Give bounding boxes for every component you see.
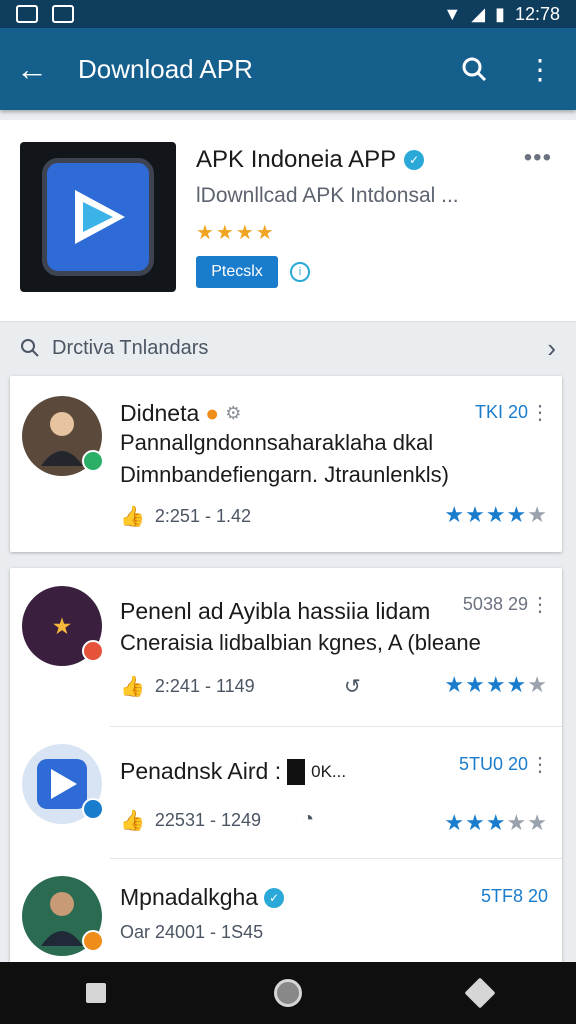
- thumbs-up-icon[interactable]: 👍: [120, 504, 145, 529]
- circle-icon: [274, 979, 302, 1007]
- settings-icon: ⚙: [225, 403, 242, 423]
- page-title: Download APR: [78, 53, 253, 84]
- item-rating-stars: ★★★★★: [444, 810, 548, 835]
- home-button[interactable]: [258, 968, 318, 1018]
- signal-icon: ◢: [471, 3, 486, 24]
- chevron-right-icon[interactable]: ›: [547, 333, 556, 364]
- item-title: Penadnsk Aird : 0K...: [120, 758, 347, 785]
- thumbs-up-icon[interactable]: 👍: [120, 674, 145, 699]
- featured-app-card[interactable]: APK Indoneia APP ✓ lDownllcad APK Intdon…: [0, 120, 576, 322]
- item-title: Penenl ad Ayibla hassiia lidam: [120, 598, 431, 624]
- install-button[interactable]: Ptecslx: [196, 256, 278, 288]
- status-badge: [82, 450, 104, 472]
- sync-icon[interactable]: ◔: [302, 808, 314, 831]
- avatar: ★: [22, 586, 104, 666]
- app-notification-icon: [52, 5, 74, 23]
- back-triangle-icon: [464, 977, 496, 1009]
- item-size: 5038 29: [462, 594, 528, 614]
- app-bar: ← Download APR ⋮: [0, 28, 576, 110]
- thumbs-up-icon[interactable]: 👍: [120, 808, 145, 833]
- app-subtitle: lDownllcad APK Intdonsal ...: [196, 184, 459, 207]
- avatar: [22, 396, 104, 476]
- item-overflow-icon[interactable]: ⋮: [530, 752, 550, 777]
- download-icon[interactable]: ↺: [344, 674, 361, 699]
- info-icon[interactable]: i: [290, 262, 310, 282]
- search-icon: [21, 339, 39, 357]
- item-size: 5TU0 20: [458, 754, 528, 774]
- more-options-icon[interactable]: •••: [524, 144, 552, 172]
- list-item[interactable]: Mpnadalkgha ✓ 5TF8 20 Oar 24001 - 1S45: [10, 860, 562, 968]
- item-rating-stars: ★★★★★: [444, 502, 548, 527]
- recents-button[interactable]: [66, 968, 126, 1018]
- item-description: Cneraisia lidbalbian kgnes, A (bleane: [120, 630, 481, 655]
- item-meta: Oar 24001 - 1S45: [120, 922, 264, 942]
- list-item[interactable]: ★ Penenl ad Ayibla hassiia lidam 5038 29…: [10, 568, 562, 718]
- back-button[interactable]: [450, 968, 510, 1018]
- list-card: ★ Penenl ad Ayibla hassiia lidam 5038 29…: [10, 568, 562, 968]
- divider: [110, 726, 562, 727]
- list-item[interactable]: Didneta ● ⚙ TKI 20 ⋮ Pannallgndonnsahara…: [10, 376, 562, 552]
- status-badge: [82, 798, 104, 820]
- avatar: [22, 876, 104, 956]
- item-size: 5TF8 20: [480, 886, 548, 906]
- app-rating-stars: ★★★★: [196, 222, 276, 244]
- item-size: TKI 20: [474, 402, 528, 422]
- item-title: Didneta ● ⚙: [120, 400, 242, 426]
- item-description: Pannallgndonnsaharaklaha dkal: [120, 430, 434, 455]
- play-icon: [75, 190, 125, 244]
- verified-icon: ✓: [264, 887, 285, 908]
- wifi-icon: ▼: [443, 3, 462, 24]
- item-meta: 👍 2:241 - 1149: [120, 674, 255, 699]
- bookmark-icon: [287, 758, 306, 785]
- list-item[interactable]: Penadnsk Aird : 0K... 5TU0 20 ⋮ 👍 22531 …: [10, 728, 562, 858]
- battery-icon: ▮: [495, 3, 505, 24]
- item-title: Mpnadalkgha ✓: [120, 884, 285, 911]
- square-icon: [86, 983, 106, 1003]
- app-title: APK Indoneia APP ✓: [196, 146, 425, 174]
- list-card: Didneta ● ⚙ TKI 20 ⋮ Pannallgndonnsahara…: [10, 376, 562, 552]
- status-badge: [82, 930, 104, 952]
- category-filter-row[interactable]: Drctiva Tnlandars ›: [0, 324, 576, 372]
- item-meta: 👍 2:251 - 1.42: [120, 504, 251, 529]
- filter-label: Drctiva Tnlandars: [52, 336, 209, 359]
- item-meta: 👍 22531 - 1249: [120, 808, 261, 833]
- avatar: [22, 744, 104, 824]
- verified-icon: ✓: [404, 150, 425, 170]
- clock: 12:78: [514, 3, 560, 24]
- back-arrow-icon[interactable]: ←: [0, 28, 64, 110]
- item-description-2: Dimnbandefiengarn. Jtraunlenkls): [120, 462, 449, 487]
- search-icon[interactable]: [452, 47, 496, 91]
- item-rating-stars: ★★★★★: [444, 672, 548, 697]
- item-overflow-icon[interactable]: ⋮: [530, 400, 550, 425]
- notification-icon: [16, 5, 38, 23]
- status-badge: [82, 640, 104, 662]
- system-nav-bar: [0, 962, 576, 1024]
- divider: [110, 858, 562, 859]
- app-logo: [20, 142, 176, 292]
- overflow-menu-icon[interactable]: ⋮: [518, 47, 562, 91]
- status-bar: ▼ ◢ ▮ 12:78: [0, 0, 576, 28]
- badge-icon: ●: [205, 400, 220, 426]
- item-overflow-icon[interactable]: ⋮: [530, 592, 550, 617]
